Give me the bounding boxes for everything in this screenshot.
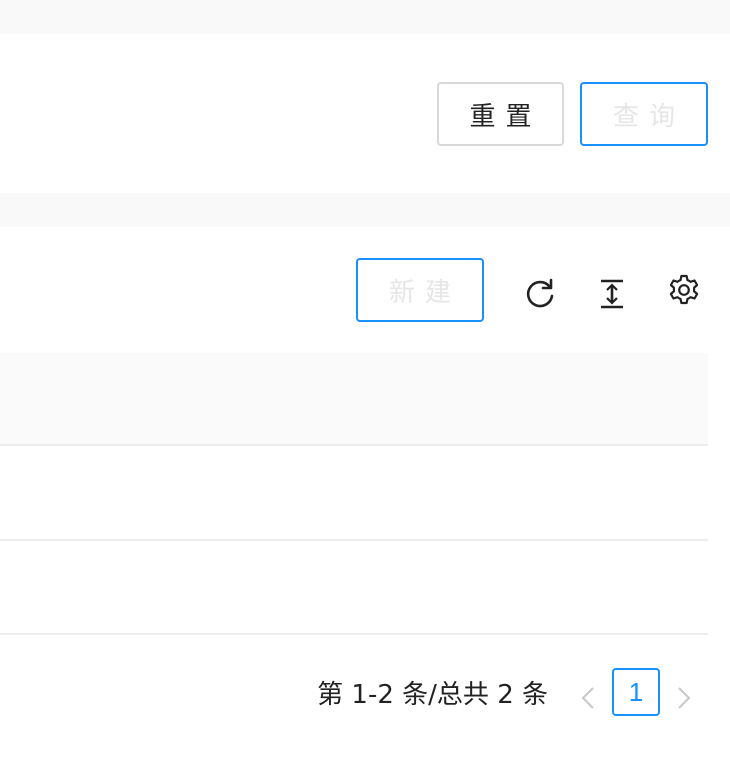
column-height-icon[interactable] xyxy=(592,274,632,314)
table-row[interactable] xyxy=(0,541,708,635)
prev-page-icon[interactable] xyxy=(576,682,600,714)
reset-button[interactable]: 重置 xyxy=(437,82,564,146)
reload-icon[interactable] xyxy=(520,274,560,314)
next-page-icon[interactable] xyxy=(672,682,696,714)
query-button[interactable]: 查询 xyxy=(580,82,708,146)
page-item-current[interactable]: 1 xyxy=(612,668,660,716)
pagination-total: 第 1-2 条/总共 2 条 xyxy=(317,680,548,710)
new-button[interactable]: 新建 xyxy=(356,258,484,322)
search-area-top-band xyxy=(0,0,730,34)
section-divider-band xyxy=(0,193,730,227)
setting-icon[interactable] xyxy=(664,270,704,310)
table-row[interactable] xyxy=(0,447,708,541)
table-header xyxy=(0,353,708,446)
